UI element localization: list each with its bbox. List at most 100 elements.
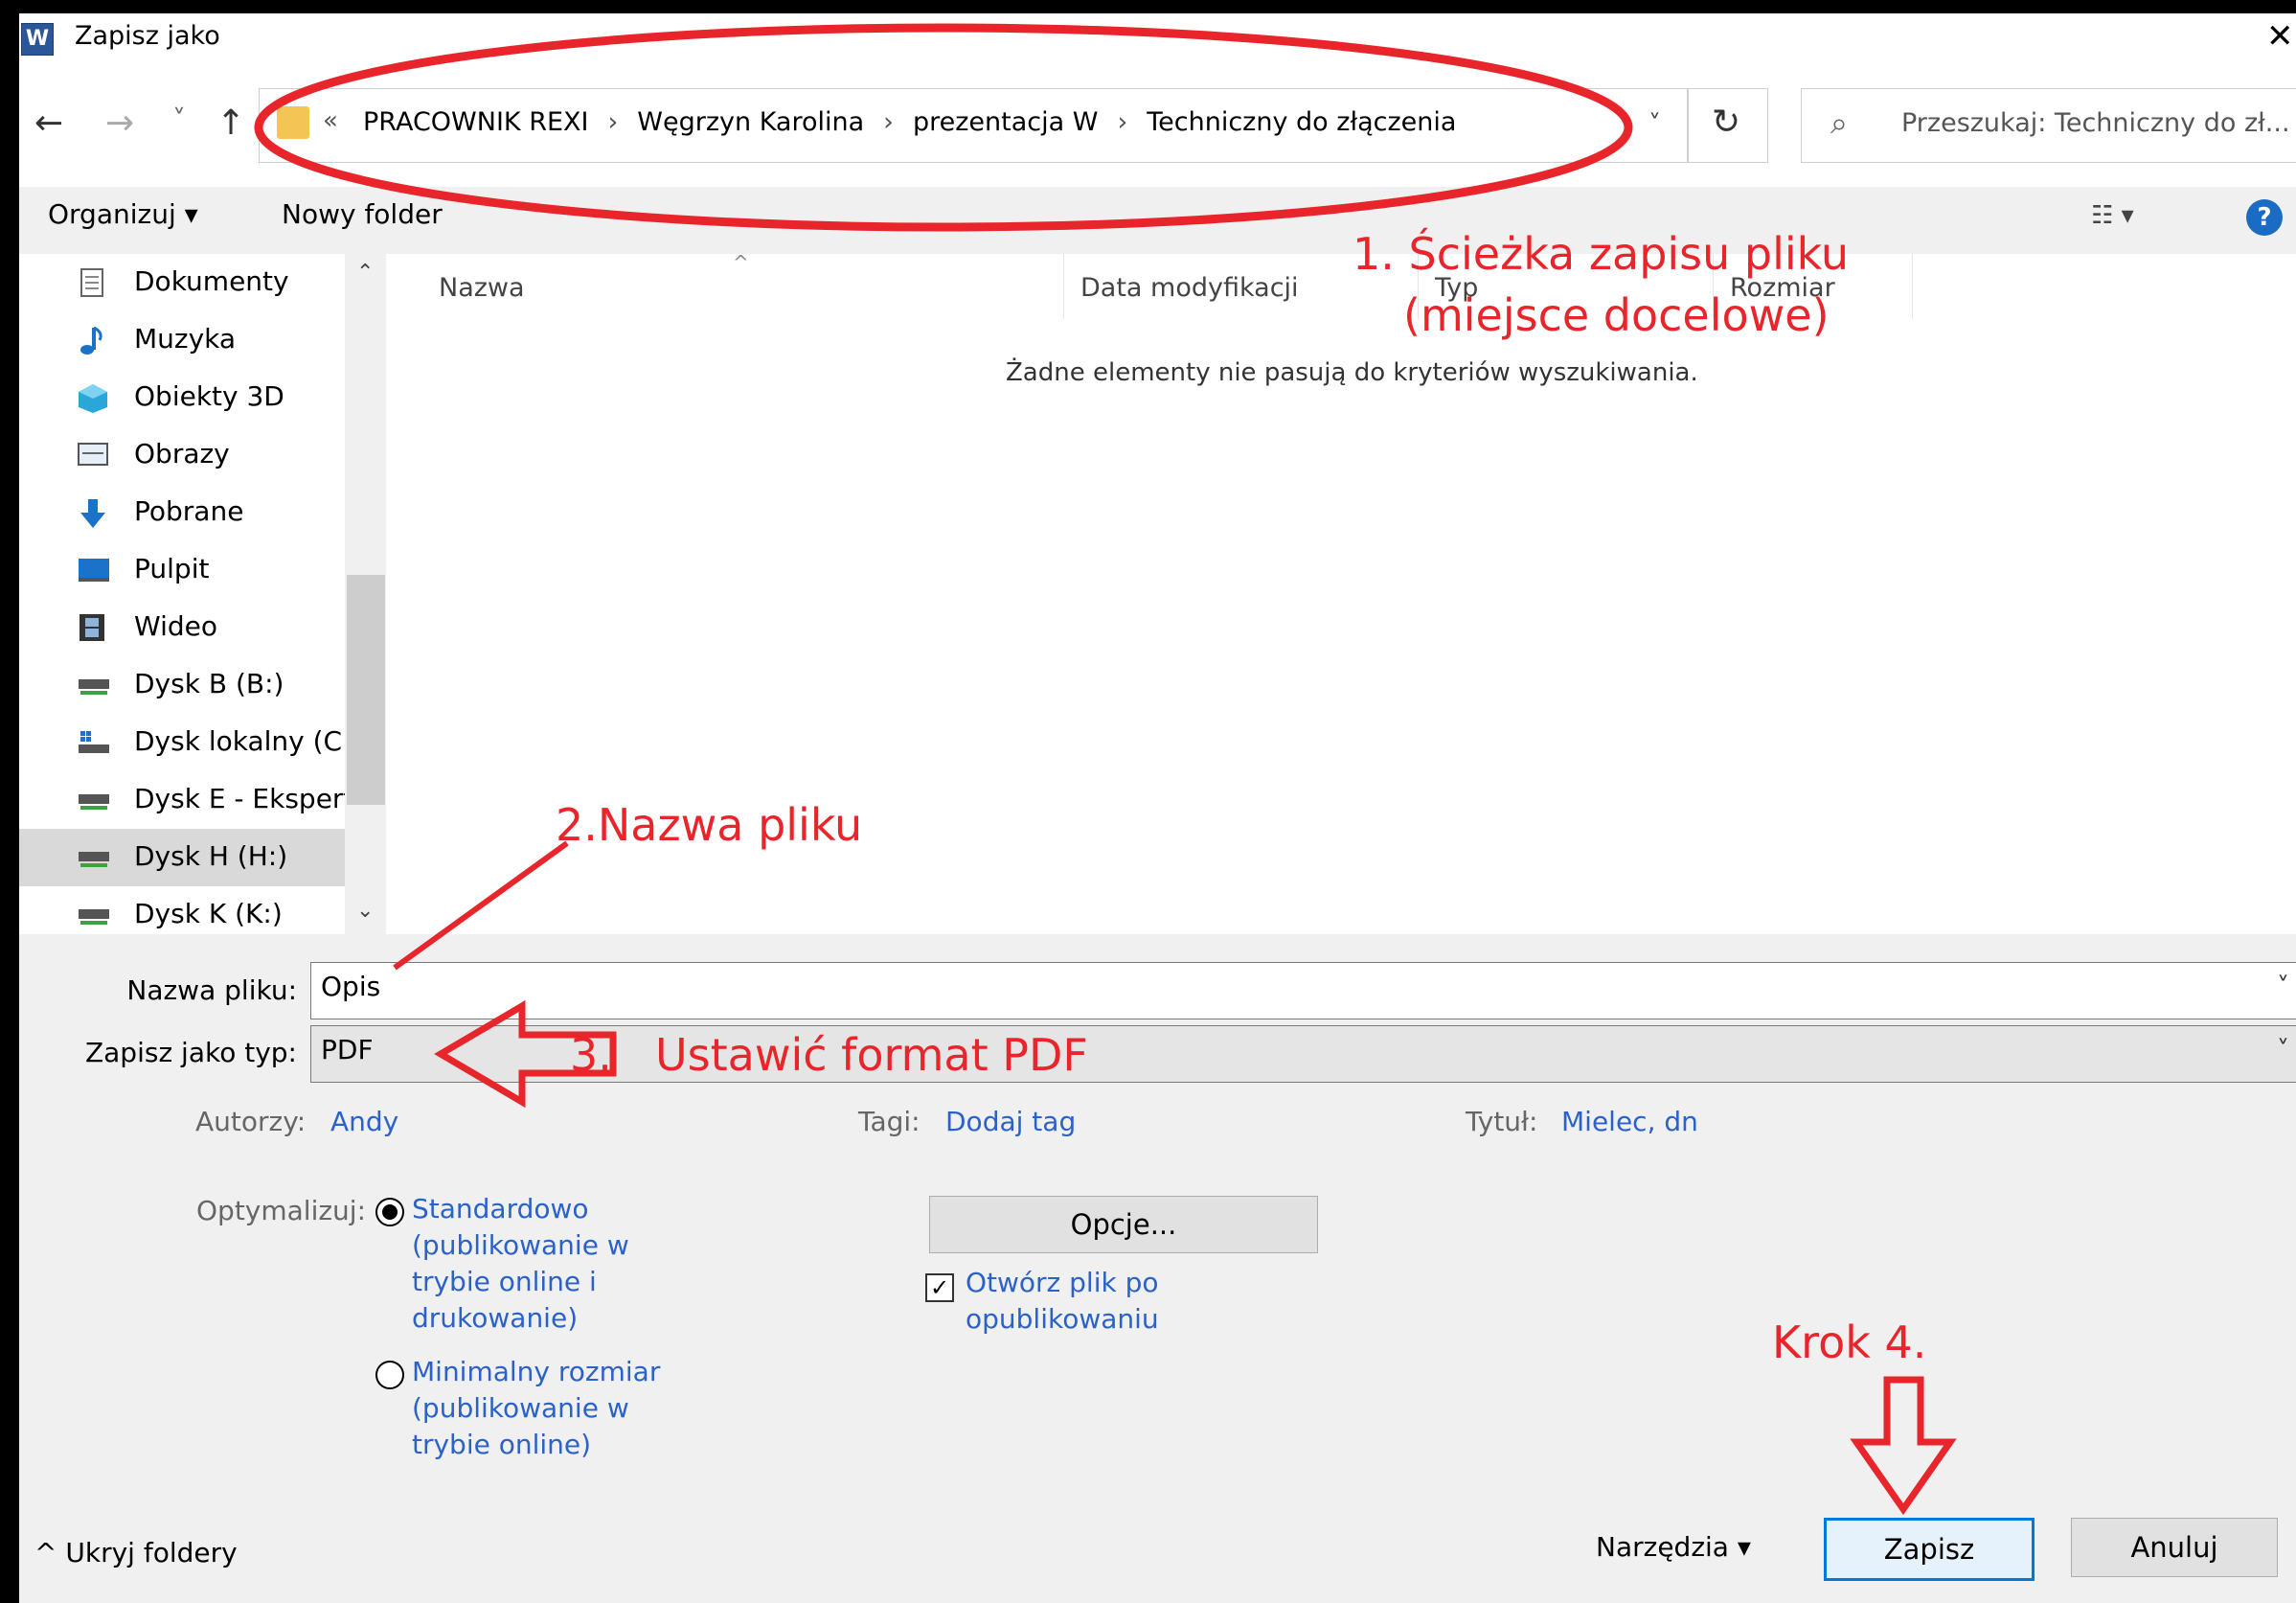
breadcrumb-item[interactable]: Węgrzyn Karolina	[637, 107, 864, 137]
pictures-icon	[77, 440, 111, 470]
breadcrumb-separator-icon[interactable]: ›	[607, 107, 618, 137]
folder-icon	[277, 106, 309, 139]
close-icon[interactable]: ✕	[2266, 17, 2294, 56]
sidebar-item-drive-c[interactable]: Dysk lokalny (C:)	[77, 714, 345, 771]
breadcrumb: PRACOWNIK REXI › Węgrzyn Karolina › prezenta…	[363, 107, 1456, 137]
filetype-value: PDF	[321, 1034, 374, 1065]
breadcrumb-item[interactable]: Techniczny do złączenia	[1147, 107, 1456, 137]
drive-icon	[77, 670, 111, 700]
annotation-step2: 2.Nazwa pliku	[556, 799, 863, 851]
column-header-date[interactable]: Data modyfikacji	[1080, 273, 1299, 303]
column-divider[interactable]	[1912, 254, 1913, 319]
sidebar-item-desktop[interactable]: Pulpit	[77, 541, 345, 599]
sidebar-item-video[interactable]: Wideo	[77, 599, 345, 656]
breadcrumb-separator-icon[interactable]: ›	[1117, 107, 1127, 137]
forward-arrow-icon[interactable]: →	[105, 103, 134, 143]
refresh-button[interactable]: ↻	[1688, 88, 1768, 163]
annotation-step1-line2: (miejsce docelowe)	[1403, 289, 1830, 341]
music-icon	[77, 325, 111, 355]
empty-list-message: Żadne elementy nie pasują do kryteriów w…	[1006, 358, 1698, 387]
downloads-icon	[77, 497, 111, 528]
sidebar-item-label: Dokumenty	[134, 265, 289, 297]
sidebar-item-music[interactable]: Muzyka	[77, 311, 345, 369]
scroll-up-icon[interactable]: ⌃	[356, 261, 374, 285]
address-dropdown-icon[interactable]: ˅	[1648, 110, 1661, 139]
tools-menu[interactable]: Narzędzia ▾	[1596, 1531, 1751, 1563]
organize-button[interactable]: Organizuj ▾	[48, 198, 198, 230]
open-after-publish-checkbox[interactable]: ✓	[925, 1273, 954, 1302]
documents-icon	[77, 267, 111, 298]
column-divider[interactable]	[1063, 254, 1064, 319]
scroll-down-icon[interactable]: ⌄	[356, 899, 374, 923]
options-button[interactable]: Opcje...	[929, 1196, 1318, 1253]
breadcrumb-item[interactable]: PRACOWNIK REXI	[363, 107, 588, 137]
tags-label: Tagi:	[858, 1106, 921, 1137]
local-drive-icon	[77, 727, 111, 758]
open-after-publish-label[interactable]: Otwórz plik po opublikowaniu	[966, 1265, 1224, 1338]
objects-3d-icon	[77, 382, 111, 413]
view-options-icon[interactable]: ☷ ▾	[2091, 201, 2134, 230]
sidebar-item-label: Wideo	[134, 610, 217, 642]
title-label: Tytuł:	[1466, 1106, 1538, 1137]
sidebar-item-drive-b[interactable]: Dysk B (B:)	[77, 656, 345, 714]
sort-ascending-icon: ^	[733, 251, 749, 274]
sidebar-item-label: Dysk B (B:)	[134, 668, 284, 699]
breadcrumb-separator-icon[interactable]: ›	[883, 107, 894, 137]
sidebar-item-drive-h[interactable]: Dysk H (H:)	[19, 829, 345, 886]
sidebar-scrollbar-thumb[interactable]	[347, 575, 385, 805]
filename-label: Nazwa pliku:	[126, 974, 297, 1006]
sidebar-item-label: Dysk H (H:)	[134, 840, 288, 872]
sidebar-item-downloads[interactable]: Pobrane	[77, 484, 345, 541]
sidebar-item-label: Muzyka	[134, 323, 237, 355]
sidebar-item-label: Dysk lokalny (C:)	[134, 725, 345, 757]
sidebar-item-3d-objects[interactable]: Obiekty 3D	[77, 369, 345, 426]
new-folder-button[interactable]: Nowy folder	[282, 198, 443, 230]
save-button[interactable]: Zapisz	[1824, 1518, 2035, 1581]
up-arrow-icon[interactable]: ↑	[216, 103, 245, 143]
title-bar	[19, 13, 2296, 67]
sidebar-item-documents[interactable]: Dokumenty	[77, 254, 345, 311]
sidebar-item-label: Pulpit	[134, 553, 210, 584]
word-app-icon: W	[21, 23, 54, 56]
filename-input[interactable]: Opis ˅	[310, 962, 2296, 1019]
annotation-step3-text: Ustawić format PDF	[655, 1029, 1088, 1081]
tags-value[interactable]: Dodaj tag	[945, 1106, 1076, 1137]
help-icon[interactable]: ?	[2246, 199, 2283, 236]
column-header-name[interactable]: Nazwa	[439, 273, 525, 303]
drive-icon	[77, 900, 111, 930]
authors-value[interactable]: Andy	[330, 1106, 398, 1137]
recent-locations-chevron-icon[interactable]: ˅	[172, 103, 186, 135]
sidebar-item-pictures[interactable]: Obrazy	[77, 426, 345, 484]
sidebar-item-drive-k[interactable]: Dysk K (K:)	[77, 886, 345, 934]
optimize-minimum-radio[interactable]	[375, 1361, 404, 1389]
annotation-step3-number: 3.	[570, 1029, 612, 1081]
desktop-icon	[77, 555, 111, 585]
search-icon: ⌕	[1830, 104, 1848, 141]
sidebar-item-label: Dysk E - Eksperty	[134, 783, 345, 814]
hide-folders-button[interactable]: ^ Ukryj foldery	[34, 1537, 238, 1569]
optimize-minimum-label[interactable]: Minimalny rozmiar (publikowanie w trybie…	[412, 1354, 690, 1463]
overflow-chevrons-icon[interactable]: «	[323, 106, 338, 135]
optimize-label: Optymalizuj:	[196, 1195, 367, 1226]
address-bar[interactable]: « PRACOWNIK REXI › Węgrzyn Karolina › prezen…	[259, 88, 1688, 163]
filetype-label: Zapisz jako typ:	[84, 1037, 297, 1068]
sidebar-item-drive-e[interactable]: Dysk E - Eksperty	[77, 771, 345, 829]
sidebar-item-label: Obiekty 3D	[134, 380, 284, 412]
navigation-pane: Dokumenty Muzyka Obiekty 3D Obrazy Pobra…	[19, 254, 345, 934]
optimize-standard-label[interactable]: Standardowo (publikowanie w trybie onlin…	[412, 1191, 690, 1337]
filename-dropdown-icon[interactable]: ˅	[2277, 973, 2289, 1001]
refresh-icon: ↻	[1712, 103, 1741, 142]
breadcrumb-item[interactable]: prezentacja W	[913, 107, 1098, 137]
title-value[interactable]: Mielec, dn	[1561, 1106, 1698, 1137]
drive-icon	[77, 842, 111, 873]
filename-value: Opis	[321, 971, 381, 1002]
annotation-step1-line1: 1. Ścieżka zapisu pliku	[1353, 228, 1850, 280]
search-input[interactable]: ⌕ Przeszukaj: Techniczny do zł...	[1801, 88, 2296, 163]
optimize-standard-radio[interactable]	[375, 1198, 404, 1226]
search-placeholder: Przeszukaj: Techniczny do zł...	[1901, 108, 2290, 138]
back-arrow-icon[interactable]: ←	[34, 103, 63, 143]
sidebar-item-label: Dysk K (K:)	[134, 898, 283, 929]
drive-icon	[77, 785, 111, 815]
cancel-button[interactable]: Anuluj	[2071, 1518, 2278, 1577]
filetype-dropdown-icon[interactable]: ˅	[2277, 1036, 2289, 1065]
